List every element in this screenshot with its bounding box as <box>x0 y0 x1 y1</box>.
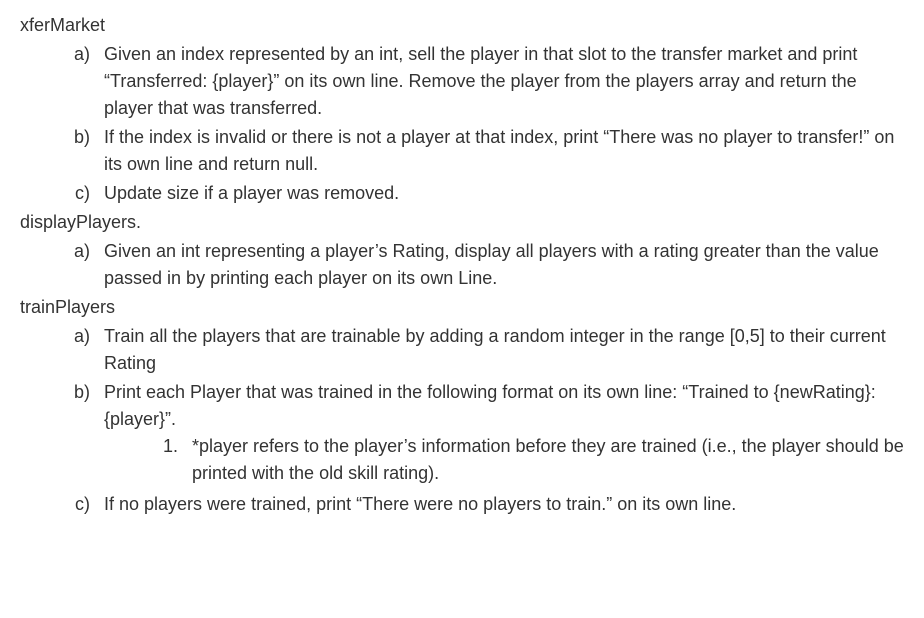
list-content-with-sub: Print each Player that was trained in th… <box>100 379 904 489</box>
section-title-xfermarket: xferMarket <box>20 12 904 39</box>
list-marker: c) <box>66 491 100 518</box>
list-item: a) Given an int representing a player’s … <box>66 238 904 292</box>
section-title-displayplayers: displayPlayers. <box>20 209 904 236</box>
list-marker: a) <box>66 41 100 122</box>
list-content: Given an int representing a player’s Rat… <box>100 238 904 292</box>
list-item: c) Update size if a player was removed. <box>66 180 904 207</box>
list-xfermarket: a) Given an index represented by an int,… <box>20 41 904 207</box>
list-item: c) If no players were trained, print “Th… <box>66 491 904 518</box>
sub-list: 1. *player refers to the player’s inform… <box>104 433 904 487</box>
list-marker: c) <box>66 180 100 207</box>
list-marker: b) <box>66 379 100 489</box>
list-marker: a) <box>66 238 100 292</box>
list-content: Given an index represented by an int, se… <box>100 41 904 122</box>
list-item: b) If the index is invalid or there is n… <box>66 124 904 178</box>
document-content: xferMarket a) Given an index represented… <box>20 12 904 518</box>
list-marker: a) <box>66 323 100 377</box>
list-marker: b) <box>66 124 100 178</box>
list-text: Print each Player that was trained in th… <box>104 379 904 433</box>
sub-content: *player refers to the player’s informati… <box>188 433 904 487</box>
list-content: If no players were trained, print “There… <box>100 491 904 518</box>
list-item: a) Train all the players that are traina… <box>66 323 904 377</box>
list-content: If the index is invalid or there is not … <box>100 124 904 178</box>
list-content: Update size if a player was removed. <box>100 180 904 207</box>
sub-marker: 1. <box>160 433 188 487</box>
list-item: b) Print each Player that was trained in… <box>66 379 904 489</box>
list-item: a) Given an index represented by an int,… <box>66 41 904 122</box>
list-content: Train all the players that are trainable… <box>100 323 904 377</box>
section-title-trainplayers: trainPlayers <box>20 294 904 321</box>
list-displayplayers: a) Given an int representing a player’s … <box>20 238 904 292</box>
list-trainplayers: a) Train all the players that are traina… <box>20 323 904 518</box>
sub-item: 1. *player refers to the player’s inform… <box>160 433 904 487</box>
